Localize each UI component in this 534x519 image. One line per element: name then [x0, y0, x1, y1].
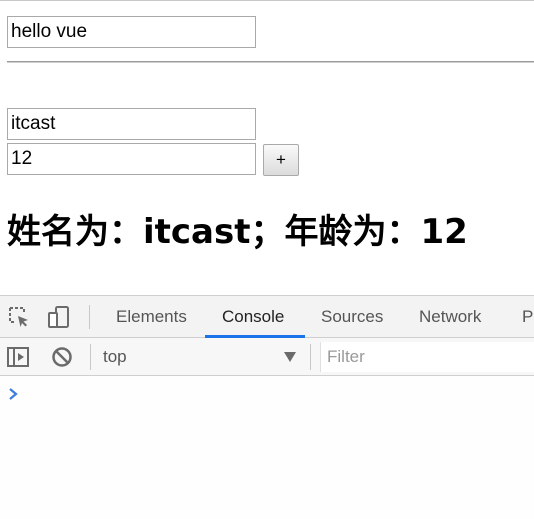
show-sidebar-icon[interactable] [6, 345, 30, 369]
context-value: top [103, 347, 127, 366]
devtools-tab-bar: Elements Console Sources Network Pe [0, 296, 534, 338]
result-heading: 姓名为：itcast；年龄为：12 [7, 212, 468, 252]
browser-viewport: hello vue itcast 12 + 姓名为：itcast；年龄为：12 [0, 0, 534, 295]
clear-console-icon[interactable] [50, 345, 74, 369]
toolbar-separator [310, 344, 311, 370]
tab-elements[interactable]: Elements [114, 296, 189, 338]
console-output[interactable] [0, 376, 534, 519]
console-toolbar: top Filter [0, 338, 534, 376]
dropdown-arrow-icon[interactable] [284, 352, 296, 362]
tab-separator [89, 305, 90, 329]
console-prompt-icon [9, 388, 18, 400]
console-filter-input[interactable]: Filter [320, 342, 534, 372]
tab-sources[interactable]: Sources [319, 296, 385, 338]
context-selector[interactable]: top [103, 338, 303, 376]
tab-console[interactable]: Console [220, 296, 286, 338]
device-toolbar-icon[interactable] [47, 305, 71, 329]
toolbar-separator [90, 344, 91, 370]
name-input[interactable]: itcast [7, 108, 256, 140]
tab-network[interactable]: Network [417, 296, 483, 338]
inspect-element-icon[interactable] [7, 305, 31, 329]
devtools-panel: Elements Console Sources Network Pe top … [0, 295, 534, 519]
increment-button[interactable]: + [263, 144, 299, 176]
age-input[interactable]: 12 [7, 143, 256, 175]
message-input[interactable]: hello vue [7, 16, 256, 48]
horizontal-rule [7, 61, 534, 63]
tab-performance[interactable]: Pe [520, 296, 534, 338]
